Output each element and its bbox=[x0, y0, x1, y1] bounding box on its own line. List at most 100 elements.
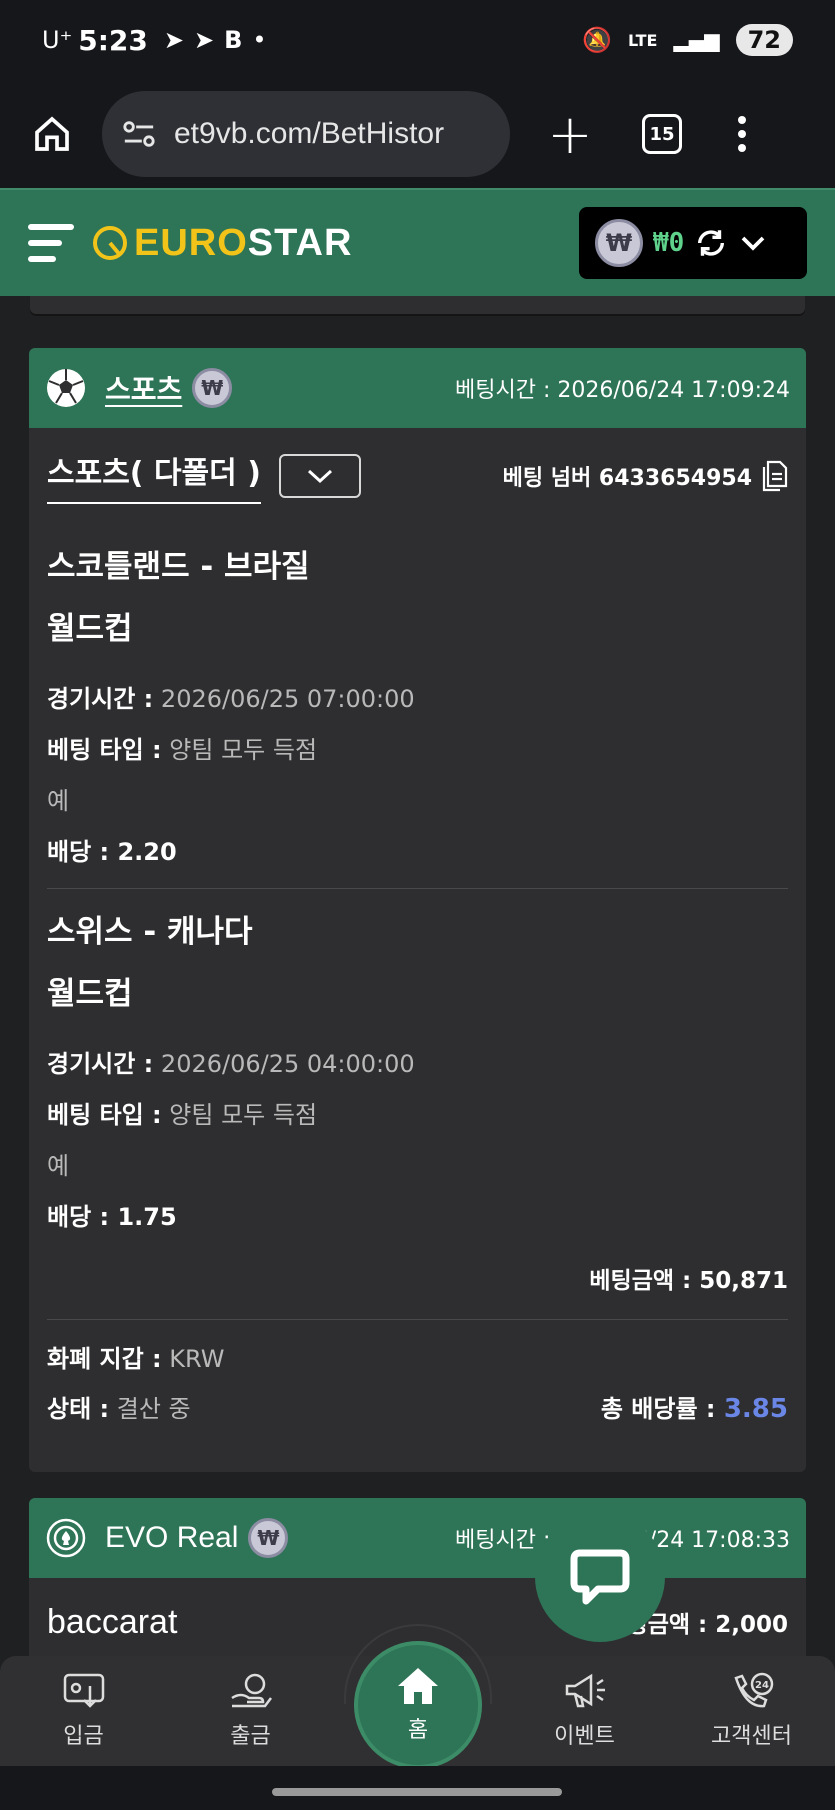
site-settings-icon[interactable] bbox=[122, 119, 156, 149]
match-item: 스위스 - 캐나다 월드컵 경기시간 : 2026/06/25 04:00:00… bbox=[47, 889, 788, 1253]
soccer-ball-icon bbox=[47, 369, 85, 407]
bet-type-detail-label: 베팅 타입 : bbox=[47, 736, 162, 764]
match-league: 월드컵 bbox=[47, 611, 133, 647]
status-bar: U⁺ 5:23 ➤ ➤ B • 🔕 LTE ▂▄▆ 72 bbox=[0, 0, 835, 80]
app-b-icon: B bbox=[224, 26, 243, 54]
new-tab-button[interactable]: + bbox=[540, 103, 600, 166]
total-odds: 총 배당률 : 3.85 bbox=[601, 1384, 788, 1434]
withdraw-money-icon bbox=[230, 1673, 272, 1708]
nav-home-button[interactable]: 홈 bbox=[354, 1641, 482, 1769]
bet-number-text: 베팅 넘버 6433654954 bbox=[502, 466, 752, 491]
refresh-icon[interactable] bbox=[694, 226, 728, 260]
odds: 배당 : 1.75 bbox=[47, 1203, 177, 1231]
bet-pick: 예 bbox=[47, 1152, 70, 1180]
match-teams: 스코틀랜드 - 브라질 bbox=[47, 549, 310, 585]
status-row: 상태 : 결산 중 총 배당률 : 3.85 bbox=[47, 1384, 788, 1434]
bet-pick-row: 예 bbox=[47, 1141, 788, 1192]
card-header: 스포츠 ₩ 베팅시간 : 2026/06/24 17:09:24 bbox=[29, 348, 806, 428]
address-bar[interactable]: et9vb.com/BetHistor bbox=[102, 91, 510, 177]
chevron-down-icon bbox=[307, 469, 332, 484]
match-time-label: 경기시간 : bbox=[47, 1050, 154, 1078]
mute-icon: 🔕 bbox=[582, 26, 613, 54]
logo-text-euro: EURO bbox=[134, 221, 248, 264]
dot-icon: • bbox=[252, 26, 267, 54]
browser-menu-button[interactable] bbox=[738, 116, 746, 152]
bet-category[interactable]: 스포츠 bbox=[105, 368, 182, 408]
browser-home-button[interactable] bbox=[22, 104, 82, 164]
support-24h-icon: 24 bbox=[733, 1672, 773, 1708]
status-label: 상태 : bbox=[47, 1395, 110, 1423]
bet-history-card: 스포츠 ₩ 베팅시간 : 2026/06/24 17:09:24 스포츠( 다폴… bbox=[29, 348, 806, 1472]
chevron-down-icon[interactable] bbox=[738, 228, 768, 258]
nav-events[interactable]: 이벤트 bbox=[501, 1672, 668, 1750]
chat-bubble-icon bbox=[570, 1549, 630, 1605]
expand-dropdown-button[interactable] bbox=[278, 454, 361, 498]
hamburger-menu-icon[interactable] bbox=[28, 224, 74, 262]
bet-type-detail-value: 양팀 모두 득점 bbox=[169, 1101, 318, 1129]
match-item: 스코틀랜드 - 브라질 월드컵 경기시간 : 2026/06/25 07:00:… bbox=[47, 524, 788, 889]
previous-bet-card-bottom bbox=[30, 296, 805, 314]
site-header: EURO STAR ₩ ₩0 bbox=[0, 188, 835, 296]
nav-withdraw[interactable]: 출금 bbox=[167, 1672, 334, 1750]
bet-time: 베팅시간 : 2026/06/24 17:09:24 bbox=[455, 378, 790, 403]
won-coin-icon: ₩ bbox=[595, 219, 643, 267]
battery-indicator: 72 bbox=[735, 24, 793, 56]
odds: 배당 : 2.20 bbox=[47, 838, 177, 866]
carrier-label: U⁺ bbox=[42, 26, 73, 54]
won-coin-icon: ₩ bbox=[248, 1518, 289, 1558]
bet-type-detail-value: 양팀 모두 득점 bbox=[169, 736, 318, 764]
balance-amount: ₩0 bbox=[653, 228, 685, 258]
bet-number: 베팅 넘버 6433654954 bbox=[503, 460, 788, 492]
bet-pick: 예 bbox=[47, 787, 70, 815]
match-time-value: 2026/06/25 04:00:00 bbox=[160, 1050, 415, 1078]
nav-withdraw-label: 출금 bbox=[230, 1724, 271, 1749]
logo-text-star: STAR bbox=[247, 221, 353, 264]
bet-type-detail-row: 베팅 타입 : 양팀 모두 득점 bbox=[47, 1090, 788, 1141]
clock: 5:23 bbox=[78, 23, 148, 57]
tab-switcher-button[interactable]: 15 bbox=[642, 114, 682, 154]
notification-icons: ➤ ➤ B • bbox=[164, 26, 267, 54]
casino-chip-icon bbox=[46, 1518, 86, 1558]
total-odds-label: 총 배당률 : bbox=[600, 1395, 716, 1423]
match-time-value: 2026/06/25 07:00:00 bbox=[160, 685, 415, 713]
odds-row: 배당 : 2.20 bbox=[47, 827, 788, 878]
telegram-icon: ➤ bbox=[194, 26, 215, 54]
status-value: 결산 중 bbox=[116, 1395, 191, 1423]
nav-support-label: 고객센터 bbox=[711, 1724, 792, 1749]
gesture-handle[interactable] bbox=[272, 1788, 562, 1796]
bet-category[interactable]: EVO Real bbox=[105, 1521, 238, 1555]
nav-events-label: 이벤트 bbox=[554, 1724, 615, 1749]
nav-support[interactable]: 24 고객센터 bbox=[668, 1672, 835, 1750]
bet-type-detail-label: 베팅 타입 : bbox=[47, 1101, 162, 1129]
telegram-icon: ➤ bbox=[163, 26, 184, 54]
live-chat-button[interactable] bbox=[535, 1512, 665, 1642]
match-time-row: 경기시간 : 2026/06/25 07:00:00 bbox=[47, 674, 788, 725]
wallet-label: 화폐 지갑 : bbox=[47, 1345, 162, 1373]
eurostar-logo[interactable]: EURO STAR bbox=[90, 222, 352, 265]
wallet-balance-widget[interactable]: ₩ ₩0 bbox=[579, 207, 807, 279]
url-text: et9vb.com/BetHistor bbox=[174, 117, 445, 150]
nav-home-label: 홈 bbox=[407, 1718, 429, 1743]
match-teams: 스위스 - 캐나다 bbox=[47, 914, 253, 950]
megaphone-icon bbox=[565, 1673, 605, 1708]
match-time-label: 경기시간 : bbox=[47, 685, 154, 713]
deposit-icon bbox=[63, 1673, 104, 1708]
nav-deposit[interactable]: 입금 bbox=[0, 1672, 167, 1750]
wallet-value: KRW bbox=[169, 1345, 225, 1373]
bet-pick-row: 예 bbox=[47, 776, 788, 827]
home-icon bbox=[398, 1668, 438, 1704]
game-name: baccarat bbox=[47, 1602, 178, 1641]
logo-mark-icon bbox=[93, 226, 127, 260]
browser-toolbar: et9vb.com/BetHistor + 15 bbox=[0, 80, 835, 188]
odds-row: 배당 : 1.75 bbox=[47, 1192, 788, 1243]
match-time-row: 경기시간 : 2026/06/25 04:00:00 bbox=[47, 1039, 788, 1090]
copy-document-icon[interactable] bbox=[760, 460, 788, 492]
svg-text:24: 24 bbox=[755, 1680, 769, 1691]
nav-deposit-label: 입금 bbox=[63, 1724, 104, 1749]
won-coin-icon: ₩ bbox=[192, 368, 233, 408]
home-icon bbox=[35, 116, 69, 151]
bet-type-label: 스포츠( 다폴더 ) bbox=[47, 448, 261, 504]
total-odds-value: 3.85 bbox=[723, 1394, 788, 1424]
bet-type-detail-row: 베팅 타입 : 양팀 모두 득점 bbox=[47, 725, 788, 776]
bet-type-row: 스포츠( 다폴더 ) 베팅 넘버 6433654954 bbox=[47, 428, 788, 524]
